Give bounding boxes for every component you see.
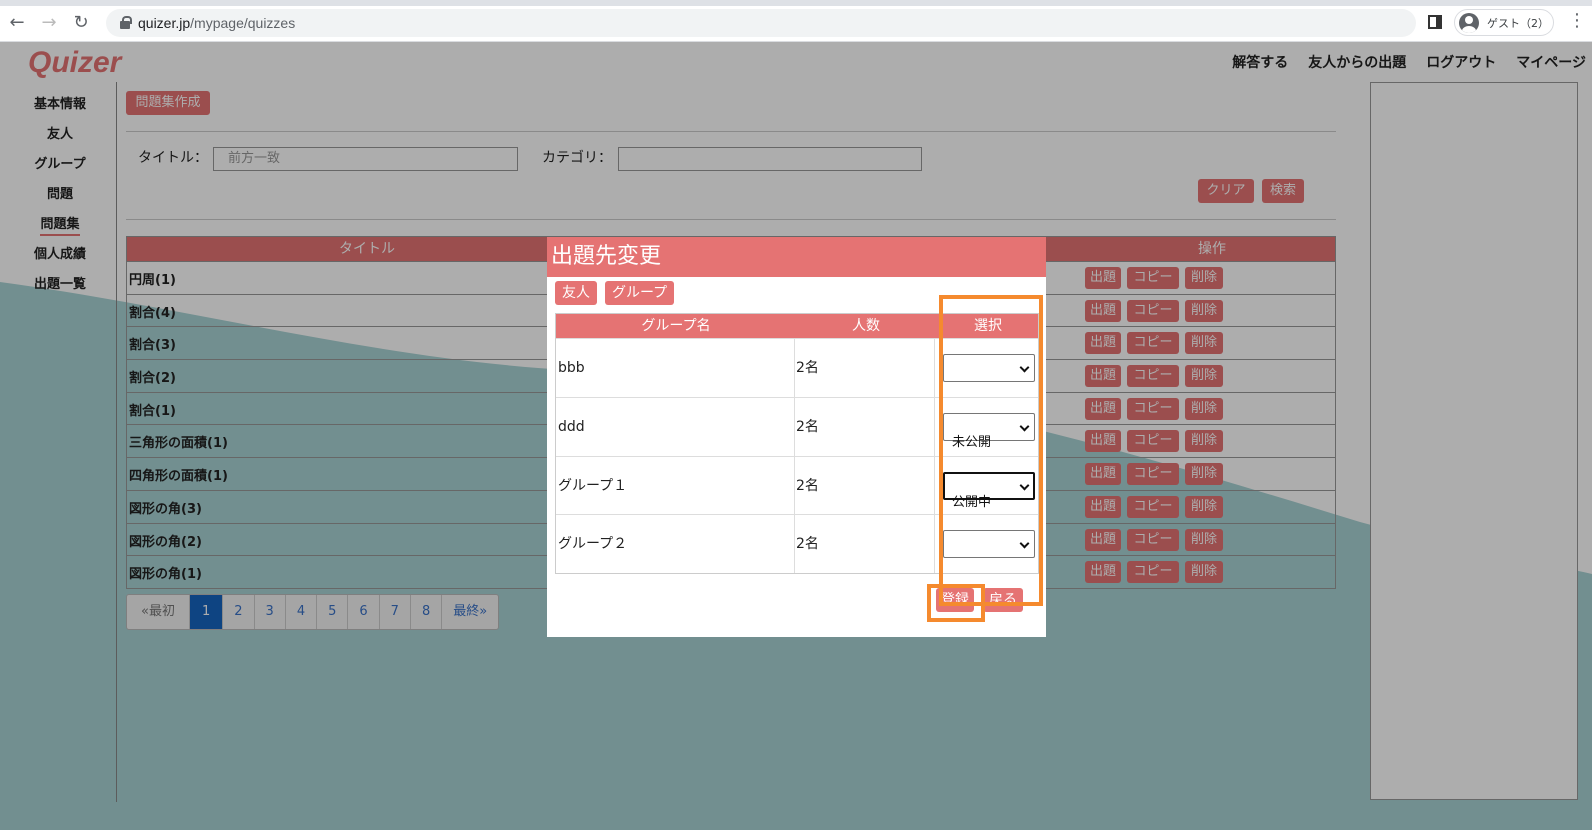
group-name: グループ１: [558, 477, 628, 494]
group-name: bbb: [558, 360, 585, 376]
address-bar[interactable]: quizer.jp/mypage/quizzes: [106, 9, 1416, 37]
column-divider: [794, 397, 795, 456]
forward-arrow-icon[interactable]: →: [38, 11, 60, 33]
column-divider: [934, 397, 935, 456]
back-arrow-icon[interactable]: ←: [6, 11, 28, 33]
col-member-count: 人数: [852, 318, 880, 334]
reload-icon[interactable]: ↻: [70, 11, 92, 33]
profile-button[interactable]: ゲスト（2）: [1454, 9, 1554, 36]
column-divider: [794, 339, 795, 397]
dialog-title: 出題先変更: [547, 237, 1046, 277]
browser-chrome: ← → ↻ quizer.jp/mypage/quizzes ゲスト（2） ⋮: [0, 0, 1592, 42]
url-host: quizer.jp: [138, 15, 191, 31]
lock-icon[interactable]: [120, 16, 132, 29]
tab-strip: [0, 0, 1592, 6]
profile-name: ゲスト（2）: [1487, 16, 1549, 30]
dialog-tabs: 友人 グループ: [555, 281, 675, 305]
url-text: quizer.jp/mypage/quizzes: [138, 15, 295, 31]
url-path: /mypage/quizzes: [190, 15, 296, 31]
member-count: 2名: [796, 477, 819, 494]
group-name: グループ２: [558, 536, 628, 553]
column-divider: [934, 515, 935, 574]
group-name: ddd: [558, 418, 585, 435]
avatar-icon: [1459, 12, 1479, 33]
tab-friends[interactable]: 友人: [555, 281, 597, 305]
col-group-name: グループ名: [641, 318, 711, 334]
more-menu-icon[interactable]: ⋮: [1568, 12, 1586, 30]
column-divider: [794, 456, 795, 515]
register-button-highlight: [927, 584, 985, 622]
member-count: 2名: [796, 418, 819, 435]
column-divider: [934, 339, 935, 397]
member-count: 2名: [796, 536, 819, 553]
column-divider: [934, 456, 935, 515]
select-column-highlight: [939, 295, 1043, 606]
column-divider: [794, 515, 795, 574]
tab-groups[interactable]: グループ: [605, 281, 675, 305]
member-count: 2名: [796, 360, 819, 376]
side-panel-icon[interactable]: [1428, 15, 1442, 29]
